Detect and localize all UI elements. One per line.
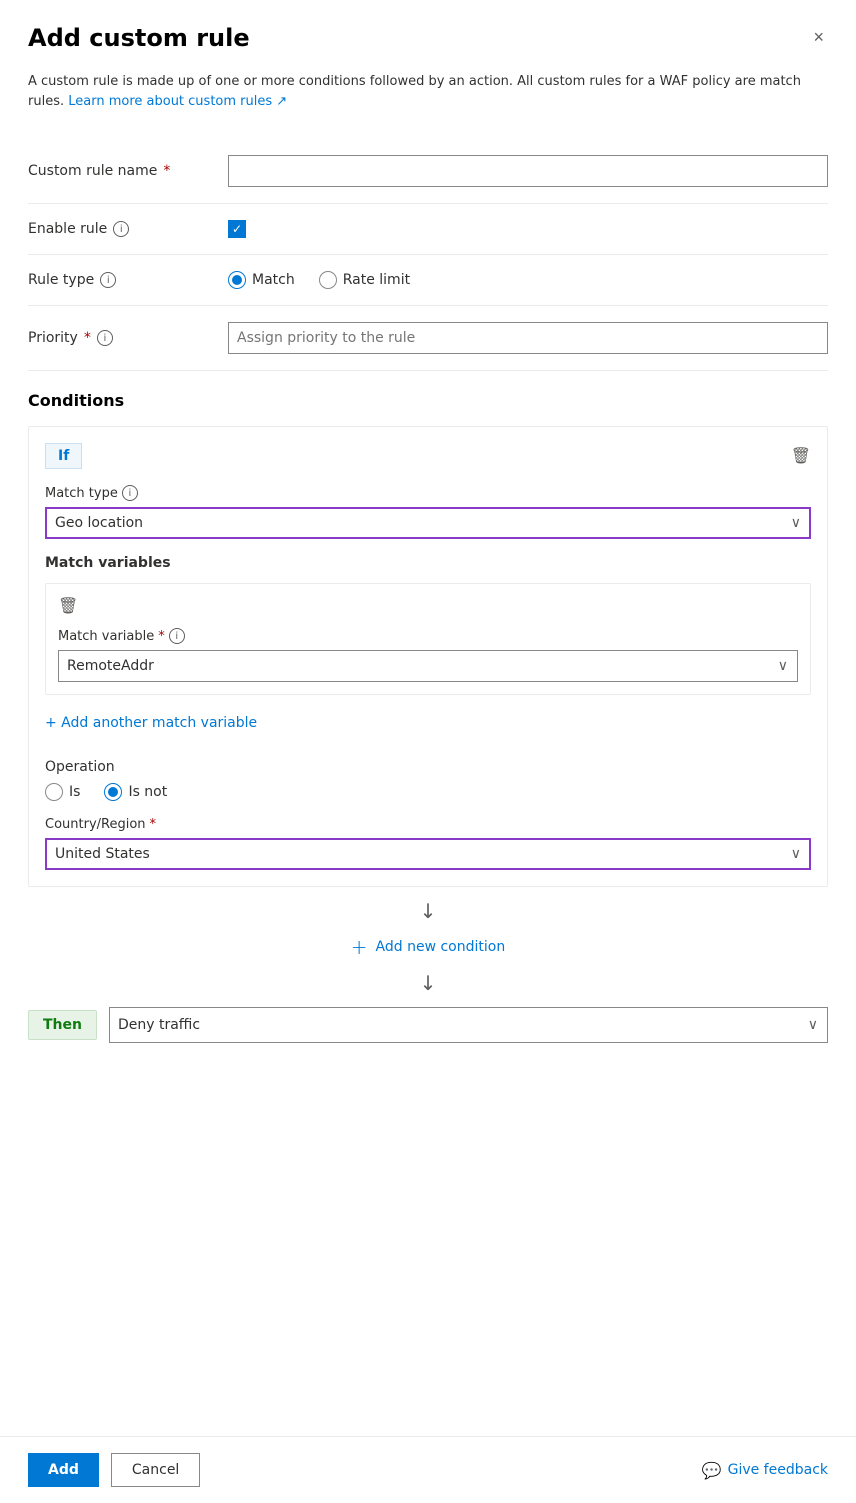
operation-label: Operation — [45, 759, 811, 775]
priority-row: Priority * i — [28, 306, 828, 371]
operation-isnot-radio-inner — [108, 787, 118, 797]
rule-type-label: Rule type i — [28, 272, 228, 288]
operation-isnot-radio[interactable] — [104, 783, 122, 801]
add-match-variable-link[interactable]: + Add another match variable — [45, 715, 257, 731]
rule-type-row: Rule type i Match Rate limit — [28, 255, 828, 306]
priority-input[interactable] — [228, 322, 828, 354]
footer-actions: Add Cancel — [28, 1453, 200, 1487]
operation-radio-group: Is Is not — [45, 783, 811, 801]
operation-isnot-label: Is not — [128, 784, 167, 800]
country-select-wrapper: United States Canada United Kingdom Germ… — [45, 838, 811, 870]
learn-more-link[interactable]: Learn more about custom rules ↗ — [68, 94, 287, 109]
match-variable-select-wrapper: RemoteAddr RequestMethod QueryString Pos… — [58, 650, 798, 682]
footer: Add Cancel 💬 Give feedback — [0, 1436, 856, 1503]
then-row: Then Deny traffic Allow traffic Log — [28, 1007, 828, 1043]
match-variable-info-icon: i — [169, 628, 185, 644]
rule-type-match-label: Match — [252, 272, 295, 288]
then-action-select-wrapper: Deny traffic Allow traffic Log — [109, 1007, 828, 1043]
operation-section: Operation Is Is not — [45, 759, 811, 801]
condition-box: If 🗑 Match type i Geo location IP addres… — [28, 426, 828, 887]
feedback-link[interactable]: 💬 Give feedback — [702, 1461, 828, 1480]
custom-rule-name-input[interactable] — [228, 155, 828, 187]
operation-isnot-option[interactable]: Is not — [104, 783, 167, 801]
arrow-down-1: ↓ — [28, 899, 828, 923]
rule-type-rate-option[interactable]: Rate limit — [319, 271, 410, 289]
match-variable-header: 🗑 — [58, 596, 798, 616]
then-action-select[interactable]: Deny traffic Allow traffic Log — [109, 1007, 828, 1043]
feedback-label: Give feedback — [728, 1462, 828, 1478]
rule-type-radio-group: Match Rate limit — [228, 271, 828, 289]
custom-rule-name-row: Custom rule name * — [28, 139, 828, 204]
add-condition-plus-icon: + — [351, 935, 368, 959]
panel: Add custom rule × A custom rule is made … — [0, 0, 856, 1503]
rule-type-rate-label: Rate limit — [343, 272, 410, 288]
match-type-label: Match type i — [45, 485, 811, 501]
close-button[interactable]: × — [809, 24, 828, 50]
enable-rule-control — [228, 220, 828, 238]
priority-required-star: * — [84, 330, 91, 346]
conditions-section-title: Conditions — [28, 371, 828, 426]
panel-header: Add custom rule × — [28, 24, 828, 52]
priority-control — [228, 322, 828, 354]
if-badge: If — [45, 443, 82, 469]
match-variable-label: Match variable * i — [58, 628, 798, 644]
panel-title: Add custom rule — [28, 24, 250, 52]
operation-is-option[interactable]: Is — [45, 783, 80, 801]
custom-rule-name-label: Custom rule name * — [28, 163, 228, 179]
custom-rule-name-control — [228, 155, 828, 187]
condition-header: If 🗑 — [45, 443, 811, 469]
arrow-down-2: ↓ — [28, 971, 828, 995]
match-variable-required-star: * — [158, 629, 165, 644]
then-badge: Then — [28, 1010, 97, 1040]
match-type-select-wrapper: Geo location IP address Request URI Quer… — [45, 507, 811, 539]
priority-label: Priority * i — [28, 330, 228, 346]
feedback-icon: 💬 — [702, 1461, 722, 1480]
required-star: * — [163, 163, 170, 179]
enable-rule-label: Enable rule i — [28, 221, 228, 237]
operation-is-radio[interactable] — [45, 783, 63, 801]
rule-type-info-icon: i — [100, 272, 116, 288]
add-condition-button[interactable]: + Add new condition — [28, 935, 828, 959]
enable-rule-info-icon: i — [113, 221, 129, 237]
match-type-info-icon: i — [122, 485, 138, 501]
country-required-star: * — [150, 817, 157, 832]
description: A custom rule is made up of one or more … — [28, 72, 828, 111]
add-condition-label: Add new condition — [376, 939, 506, 955]
match-variables-title: Match variables — [45, 555, 811, 571]
rule-type-match-radio[interactable] — [228, 271, 246, 289]
rule-type-match-radio-inner — [232, 275, 242, 285]
enable-rule-row: Enable rule i — [28, 204, 828, 255]
operation-is-label: Is — [69, 784, 80, 800]
country-select[interactable]: United States Canada United Kingdom Germ… — [45, 838, 811, 870]
delete-match-variable-button[interactable]: 🗑 — [58, 596, 78, 616]
add-button[interactable]: Add — [28, 1453, 99, 1487]
match-variable-select[interactable]: RemoteAddr RequestMethod QueryString Pos… — [58, 650, 798, 682]
rule-type-match-option[interactable]: Match — [228, 271, 295, 289]
match-type-select[interactable]: Geo location IP address Request URI Quer… — [45, 507, 811, 539]
match-variable-box: 🗑 Match variable * i RemoteAddr RequestM… — [45, 583, 811, 695]
enable-rule-checkbox[interactable] — [228, 220, 246, 238]
priority-info-icon: i — [97, 330, 113, 346]
rule-type-rate-radio[interactable] — [319, 271, 337, 289]
rule-type-control: Match Rate limit — [228, 271, 828, 289]
enable-rule-checkbox-container — [228, 220, 828, 238]
country-section: Country/Region * United States Canada Un… — [45, 817, 811, 870]
cancel-button[interactable]: Cancel — [111, 1453, 200, 1487]
delete-condition-button[interactable]: 🗑 — [791, 446, 811, 466]
country-label: Country/Region * — [45, 817, 811, 832]
